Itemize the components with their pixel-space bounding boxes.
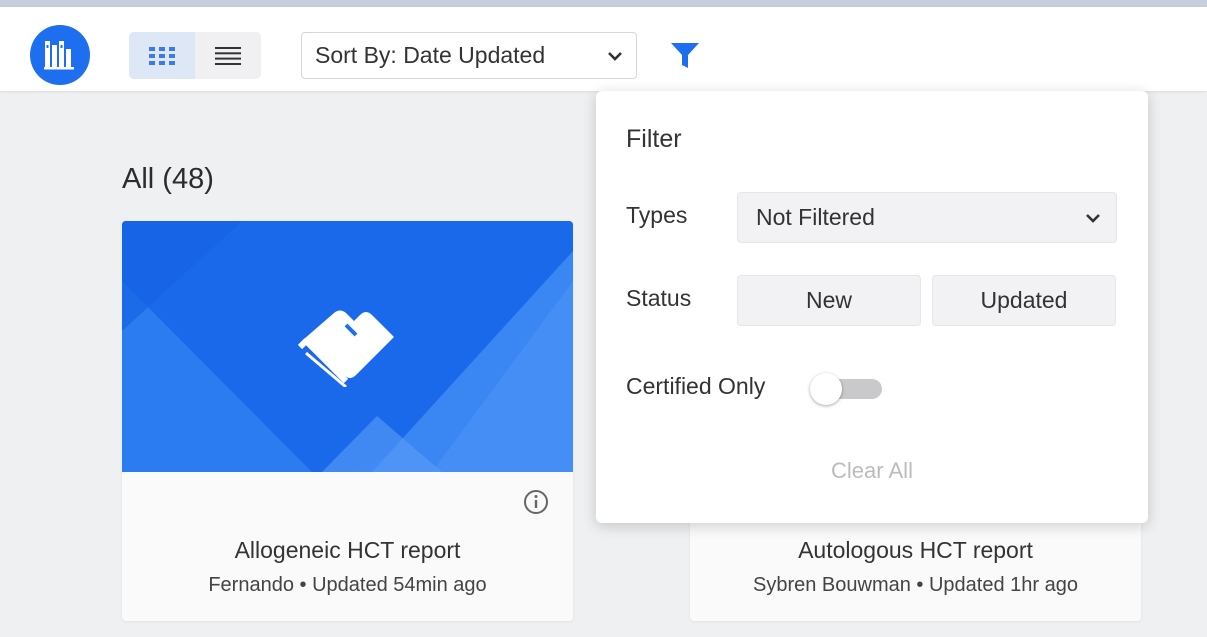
grid-view-button[interactable] bbox=[129, 32, 195, 79]
toggle-knob bbox=[810, 373, 842, 405]
chevron-down-icon bbox=[608, 52, 622, 61]
app-logo[interactable] bbox=[30, 25, 90, 85]
types-value: Not Filtered bbox=[756, 204, 875, 230]
certified-only-toggle[interactable] bbox=[810, 373, 882, 405]
top-accent-strip bbox=[0, 0, 1207, 7]
section-title: All (48) bbox=[122, 163, 214, 195]
card-meta: Fernando • Updated 54min ago bbox=[208, 574, 487, 596]
list-view-icon bbox=[215, 46, 241, 65]
card-meta: Sybren Bouwman • Updated 1hr ago bbox=[753, 574, 1078, 596]
info-icon[interactable] bbox=[523, 489, 549, 515]
library-books-icon bbox=[44, 41, 74, 70]
filter-funnel-icon bbox=[671, 43, 699, 68]
view-mode-toggle bbox=[129, 32, 261, 79]
sort-dropdown[interactable]: Sort By: Date Updated bbox=[301, 32, 637, 79]
sort-label: Sort By: Date Updated bbox=[315, 42, 546, 68]
card-thumbnail bbox=[122, 221, 573, 472]
filter-popover: Filter Types Not Filtered Status New Upd… bbox=[596, 91, 1148, 523]
status-updated-button[interactable]: Updated bbox=[932, 275, 1116, 326]
books-logo-icon bbox=[297, 310, 394, 387]
filter-title: Filter bbox=[626, 125, 682, 153]
types-dropdown[interactable]: Not Filtered bbox=[737, 192, 1117, 243]
clear-all-button[interactable]: Clear All bbox=[596, 458, 1148, 484]
status-new-button[interactable]: New bbox=[737, 275, 921, 326]
card-title: Autologous HCT report bbox=[798, 537, 1033, 563]
top-toolbar: Sort By: Date Updated bbox=[0, 7, 1207, 91]
chevron-down-icon bbox=[1086, 214, 1100, 223]
grid-view-icon bbox=[149, 46, 175, 65]
report-card[interactable]: Allogeneic HCT report Fernando • Updated… bbox=[122, 221, 573, 621]
filter-button[interactable] bbox=[667, 39, 703, 73]
status-label: Status bbox=[626, 285, 692, 311]
types-label: Types bbox=[626, 202, 688, 228]
list-view-button[interactable] bbox=[195, 32, 261, 79]
certified-only-label: Certified Only bbox=[626, 373, 766, 399]
card-title: Allogeneic HCT report bbox=[234, 537, 461, 563]
popover-arrow bbox=[670, 78, 698, 92]
